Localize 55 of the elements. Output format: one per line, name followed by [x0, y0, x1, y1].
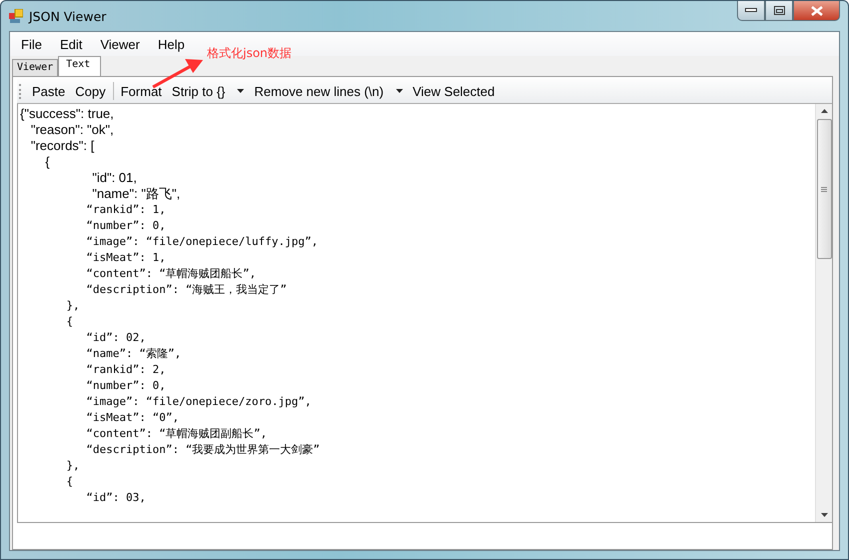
code-line: “content”: “草帽海贼团船长”,: [85, 266, 257, 282]
app-icon: [9, 9, 23, 23]
scroll-thumb[interactable]: [816, 119, 832, 259]
dropdown-button[interactable]: Remove new lines (\n): [249, 84, 408, 98]
code-line: "records": [: [30, 138, 96, 154]
minimize-button[interactable]: [737, 1, 765, 21]
minimize-icon: [745, 8, 757, 13]
menu-item[interactable]: Edit: [50, 36, 92, 54]
maximize-icon: [774, 6, 784, 15]
grip-icon: [821, 186, 827, 192]
toolbar-button[interactable]: View Selected: [408, 84, 500, 98]
toolbar-button[interactable]: Paste: [27, 84, 70, 98]
annotation-text: 格式化json数据: [207, 45, 292, 62]
code-line: {: [65, 314, 74, 330]
window-title: JSON Viewer: [29, 8, 106, 24]
maximize-button[interactable]: [765, 1, 793, 21]
code-line: "name": "路飞",: [91, 186, 182, 202]
code-line: “isMeat”: “0”,: [85, 410, 180, 426]
code-line: “content”: “草帽海贼团副船长”,: [85, 426, 268, 442]
vertical-scrollbar[interactable]: [815, 104, 832, 522]
close-icon: [810, 6, 822, 16]
code-line: “number”: 0,: [85, 378, 167, 394]
code-line: “id”: 03,: [85, 490, 147, 506]
tab[interactable]: Viewer: [12, 59, 58, 76]
caret-icon: [396, 89, 403, 93]
caret-icon: [237, 89, 244, 93]
code-line: {: [65, 474, 74, 490]
menu-item[interactable]: File: [12, 36, 51, 54]
code-line: },: [65, 458, 81, 474]
scroll-up-icon: [820, 109, 828, 113]
code-line: “rankid”: 1,: [85, 202, 167, 218]
button-label: Remove new lines (\n): [254, 84, 384, 98]
code-line: “image”: “file/onepiece/luffy.jpg”,: [85, 234, 320, 250]
code-line: {"success": true,: [20, 106, 115, 122]
code-line: “id”: 02,: [85, 330, 147, 346]
code-line: “description”: “海贼王，我当定了”: [85, 282, 288, 298]
code-line: “isMeat”: 1,: [85, 250, 167, 266]
menu-item[interactable]: Help: [148, 36, 194, 54]
close-button[interactable]: [793, 1, 840, 21]
scroll-down-icon: [820, 513, 828, 517]
code-line: “name”: “索隆”,: [85, 346, 182, 362]
code-line: "reason": "ok",: [30, 122, 115, 138]
code-line: {: [44, 154, 51, 170]
toolbar-button[interactable]: Copy: [70, 84, 111, 98]
dropdown-button[interactable]: Strip to {}: [166, 84, 250, 98]
code-line: “image”: “file/onepiece/zoro.jpg”,: [85, 394, 312, 410]
code-line: “number”: 0,: [85, 218, 167, 234]
button-label: Strip to {}: [172, 84, 226, 98]
menu-item[interactable]: Viewer: [91, 36, 149, 54]
code-line: "id": 01,: [91, 170, 138, 186]
code-line: “rankid”: 2,: [85, 362, 167, 378]
code-line: “description”: “我要成为世界第一大剑豪”: [85, 442, 321, 458]
tab[interactable]: Text: [58, 56, 102, 77]
code-line: },: [65, 298, 81, 314]
toolbar-button[interactable]: Format: [116, 84, 167, 98]
